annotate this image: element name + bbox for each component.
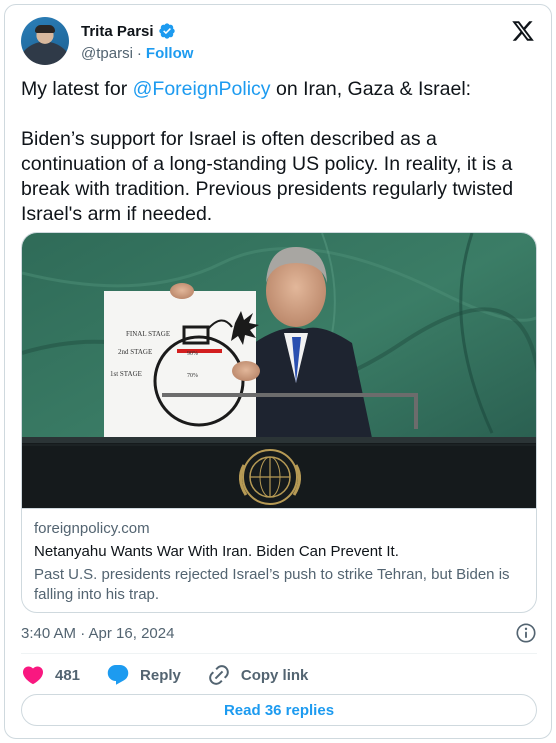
tweet-header: Trita Parsi @tparsi · Follow [21, 17, 535, 71]
author-handle[interactable]: @tparsi [81, 45, 133, 62]
info-icon[interactable] [515, 622, 537, 644]
timestamp-row: 3:40 AM · Apr 16, 2024 [21, 622, 537, 646]
reply-bubble-icon [107, 665, 129, 685]
author-name[interactable]: Trita Parsi [81, 23, 154, 40]
link-preview-card[interactable]: FINAL STAGE 2nd STAGE 1st STAGE 90% 70% [21, 232, 537, 613]
mention-link[interactable]: @ForeignPolicy [133, 78, 271, 100]
reply-label: Reply [140, 666, 181, 684]
action-bar: 481 Reply Copy link [21, 661, 537, 689]
sign-pct-90: 90% [187, 351, 198, 357]
reply-button[interactable]: Reply [106, 663, 181, 687]
tweet-line-1-suffix: on Iran, Gaza & Israel: [270, 78, 472, 100]
verified-badge-icon [158, 23, 175, 39]
tweet-card: Trita Parsi @tparsi · Follow My latest f… [4, 4, 552, 739]
sign-pct-70: 70% [187, 373, 198, 379]
divider [21, 653, 537, 654]
author-name-row: Trita Parsi [81, 22, 176, 40]
follow-button[interactable]: Follow [146, 45, 194, 62]
read-replies-button[interactable]: Read 36 replies [21, 694, 537, 726]
copy-link-label: Copy link [240, 666, 309, 684]
link-title: Netanyahu Wants War With Iran. Biden Can… [34, 543, 399, 560]
timestamp[interactable]: 3:40 AM · Apr 16, 2024 [21, 625, 174, 642]
link-domain: foreignpolicy.com [34, 520, 150, 537]
link-preview-image: FINAL STAGE 2nd STAGE 1st STAGE 90% 70% [22, 233, 536, 508]
sign-final-stage: FINAL STAGE [126, 330, 170, 338]
link-icon [209, 665, 229, 685]
copy-link-button[interactable]: Copy link [207, 663, 309, 687]
handle-separator: · [136, 45, 142, 62]
link-description: Past U.S. presidents rejected Israel’s p… [34, 566, 510, 603]
avatar[interactable] [21, 17, 69, 65]
like-button[interactable]: 481 [21, 663, 80, 687]
x-logo-icon[interactable] [511, 19, 535, 43]
link-preview-meta: foreignpolicy.com Netanyahu Wants War Wi… [22, 508, 536, 612]
tweet-paragraph-2: Biden’s support for Israel is often desc… [21, 128, 514, 225]
tweet-line-1: My latest for @ForeignPolicy on Iran, Ga… [21, 77, 537, 102]
sign-first-stage: 1st STAGE [110, 370, 142, 378]
like-count: 481 [55, 666, 81, 684]
tweet-line-1-prefix: My latest for [21, 78, 133, 100]
sign-second-stage: 2nd STAGE [118, 348, 152, 356]
tweet-text: My latest for @ForeignPolicy on Iran, Ga… [21, 77, 537, 252]
author-handle-row: @tparsi · Follow [81, 45, 193, 62]
heart-icon [22, 666, 44, 685]
